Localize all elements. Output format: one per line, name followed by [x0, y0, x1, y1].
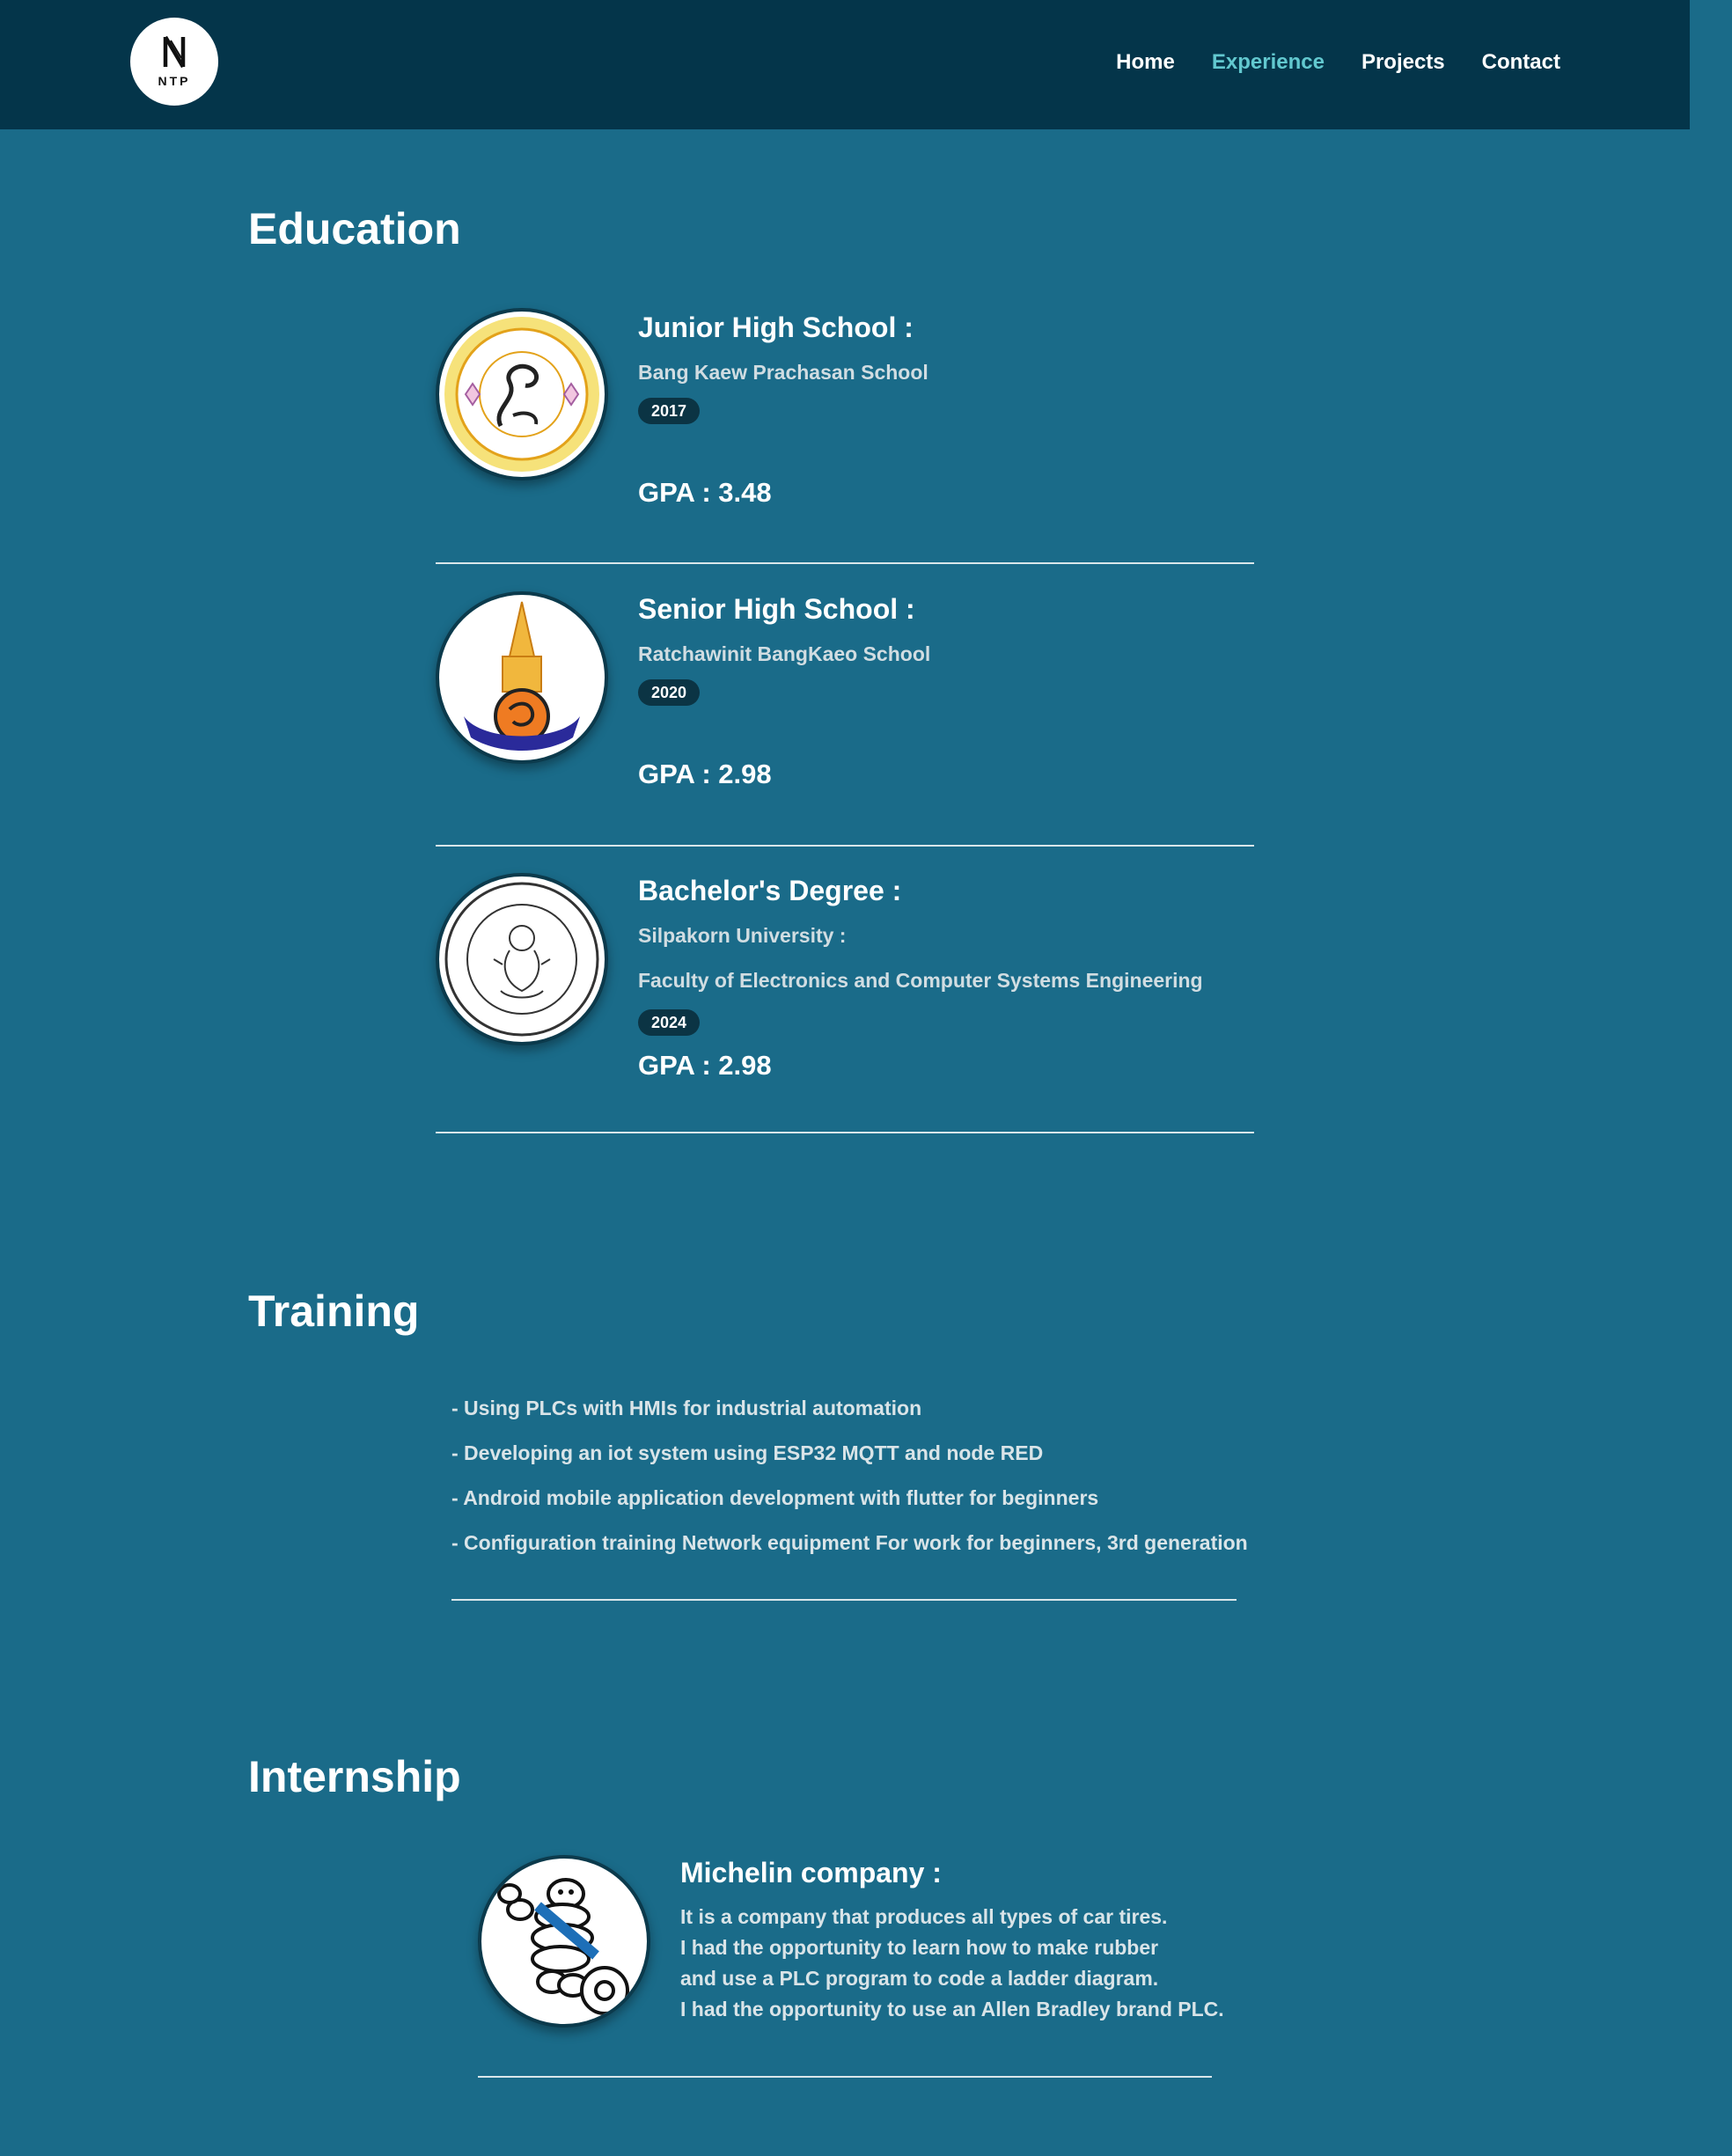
bang-kaew-prachasan-emblem-icon — [436, 308, 608, 480]
university-name: Silpakorn University : — [638, 924, 847, 947]
nav-projects-link[interactable]: Projects — [1361, 48, 1445, 77]
ntp-logo[interactable]: NTP — [130, 18, 218, 106]
education-title: Education — [248, 204, 461, 253]
internship-description: It is a company that produces all types … — [680, 1902, 1224, 2025]
company-name: Michelin company : — [680, 1857, 942, 1888]
training-item: - Android mobile application development… — [451, 1486, 1099, 1509]
michelin-man-icon — [478, 1855, 650, 2028]
school-name: Bang Kaew Prachasan School — [638, 361, 928, 384]
education-item-text: Senior High School : Ratchawinit BangKae… — [638, 591, 930, 792]
description-line: and use a PLC program to code a ladder d… — [680, 1967, 1159, 1990]
faculty-name: Faculty of Electronics and Computer Syst… — [638, 969, 1203, 992]
year-badge: 2024 — [638, 1009, 701, 1036]
training-item: - Configuration training Network equipme… — [451, 1531, 1248, 1554]
silpakorn-university-seal-icon — [436, 873, 608, 1045]
school-name: Ratchawinit BangKaeo School — [638, 642, 931, 665]
nav-links: Home Experience Projects Contact — [1116, 48, 1560, 77]
training-item: - Developing an iot system using ESP32 M… — [451, 1441, 1044, 1464]
internship-text: Michelin company : It is a company that … — [680, 1855, 1224, 2025]
education-item-senior-high: Senior High School : Ratchawinit BangKae… — [436, 591, 1254, 847]
nav-experience-link[interactable]: Experience — [1212, 48, 1325, 77]
gpa-text: GPA : 3.48 — [638, 477, 772, 508]
education-level-heading: Junior High School : — [638, 312, 914, 343]
education-item-bachelor: Bachelor's Degree : Silpakorn University… — [436, 873, 1254, 1133]
top-navbar: NTP Home Experience Projects Contact — [0, 0, 1690, 129]
education-item-junior-high: Junior High School : Bang Kaew Prachasan… — [436, 308, 1254, 564]
description-line: I had the opportunity to use an Allen Br… — [680, 1998, 1224, 2020]
gpa-text: GPA : 2.98 — [638, 759, 772, 789]
education-level-heading: Senior High School : — [638, 593, 915, 625]
education-level-heading: Bachelor's Degree : — [638, 875, 902, 906]
education-item-text: Junior High School : Bang Kaew Prachasan… — [638, 310, 928, 510]
training-item: - Using PLCs with HMIs for industrial au… — [451, 1397, 922, 1419]
training-list: - Using PLCs with HMIs for industrial au… — [451, 1386, 1248, 1601]
gpa-text: GPA : 2.98 — [638, 1050, 772, 1081]
ratchawinit-emblem-icon — [436, 591, 608, 764]
year-badge: 2020 — [638, 679, 701, 706]
training-title: Training — [248, 1287, 420, 1336]
nav-contact-link[interactable]: Contact — [1482, 48, 1560, 77]
year-badge: 2017 — [638, 398, 701, 424]
ntp-logo-icon — [163, 35, 186, 69]
internship-item-michelin: Michelin company : It is a company that … — [478, 1855, 1224, 2078]
description-line: It is a company that produces all types … — [680, 1905, 1168, 1928]
education-item-text: Bachelor's Degree : Silpakorn University… — [638, 873, 1203, 1083]
nav-home-link[interactable]: Home — [1116, 48, 1175, 77]
description-line: I had the opportunity to learn how to ma… — [680, 1936, 1159, 1959]
logo-text: NTP — [158, 74, 191, 88]
internship-title: Internship — [248, 1752, 461, 1801]
